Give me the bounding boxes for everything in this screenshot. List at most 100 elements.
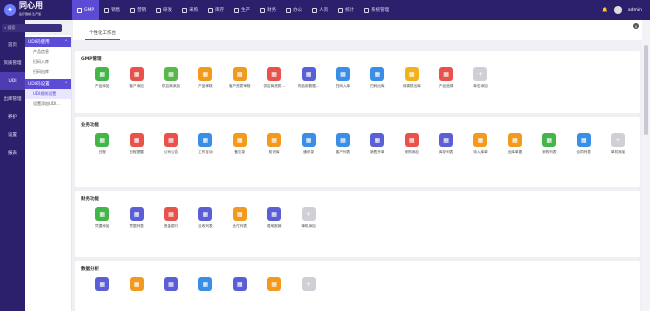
section-title: GMP管理 <box>81 57 102 62</box>
tab-bar: 个性化工作台 × <box>73 20 642 40</box>
shortcut-item[interactable]: ▦ 工作互动 <box>188 133 222 155</box>
shortcut-item[interactable]: ▦ 扫码入库 <box>326 67 360 89</box>
sidebar: ⌕ 搜索 首页 资质管理 UDI 出库管理 养护 设置 报表 <box>0 20 62 311</box>
shortcut-item[interactable]: ▦ 公司公告 <box>154 133 188 155</box>
sidebar-item-4[interactable]: 养护 <box>0 108 25 126</box>
shortcut-item[interactable]: ▦ 客户列表 <box>326 133 360 155</box>
shortcut-item[interactable]: ▦ 费用报销 <box>257 207 291 229</box>
logo-subtitle: 医疗器械·生产版 <box>19 12 42 16</box>
subnav-item[interactable]: 扫码出库 <box>25 67 71 77</box>
shortcut-item[interactable]: ▦ 日程提醒 <box>119 133 153 155</box>
shortcut-label: 日程 <box>98 150 106 154</box>
shortcut-item[interactable]: ▦ <box>188 277 222 294</box>
shortcut-item[interactable]: ▦ 扫码出库 <box>360 67 394 89</box>
nav-item-6[interactable]: 生产 <box>229 0 255 20</box>
shortcut-item[interactable]: ▦ 供应商资质... <box>257 67 291 89</box>
sidebar-item-5[interactable]: 设置 <box>0 126 25 144</box>
subnav-item[interactable]: UDI规则设置 <box>25 89 71 99</box>
shortcut-item[interactable]: ▦ <box>154 277 188 294</box>
sub-group-udi-settings[interactable]: UDI码设置 ⌃ <box>25 79 71 89</box>
sidebar-item-1[interactable]: 资质管理 <box>0 54 25 72</box>
avatar[interactable] <box>613 6 622 14</box>
supplier-icon: ▦ <box>163 67 178 81</box>
sidebar-search[interactable]: ⌕ 搜索 <box>2 24 62 32</box>
scrollbar[interactable] <box>642 20 650 311</box>
shortcut-label: 单击添加 <box>473 84 488 88</box>
shortcut-item[interactable]: ▦ 药品用数据... <box>291 67 325 89</box>
shortcut-item[interactable]: ▦ 采购列表 <box>532 133 566 155</box>
shortcut-item[interactable]: ▦ <box>223 277 257 294</box>
shortcut-item[interactable]: + 单机添加 <box>601 133 635 155</box>
shortcut-item[interactable]: ▦ 采购添加 <box>395 133 429 155</box>
logo[interactable]: ✦ 同心用 医疗器械·生产版 <box>0 0 62 20</box>
icon-grid: ▦ ▦ ▦ ▦ ▦ ▦ + <box>75 277 640 294</box>
bell-icon[interactable]: 🔔 <box>602 8 608 13</box>
shortcut-label: 扫码入库 <box>335 84 351 88</box>
shortcut-label: 业付列表 <box>232 224 247 228</box>
shortcut-item[interactable]: ▦ 通讯录 <box>291 133 325 155</box>
shortcut-item[interactable]: ▦ 客户资质审核 <box>223 67 257 89</box>
shortcut-item[interactable]: ▦ 业付列表 <box>223 207 257 229</box>
shortcut-item[interactable]: ▦ <box>119 277 153 294</box>
subnav-item[interactable]: 产品信息 <box>25 47 71 57</box>
nav-icon <box>77 7 82 13</box>
shortcut-item[interactable]: + <box>291 277 325 294</box>
shortcut-item[interactable]: ▦ 产品追溯 <box>429 67 463 89</box>
sub-group-udi-use[interactable]: UDI码使用 ⌃ <box>25 37 71 47</box>
schedule-icon: ▦ <box>95 133 110 147</box>
close-icon[interactable]: × <box>633 23 639 29</box>
shortcut-item[interactable]: ▦ 凭据列表 <box>119 207 153 229</box>
shortcut-label: 供应商添加 <box>161 84 180 88</box>
shortcut-item[interactable]: ▦ 产品审核 <box>188 67 222 89</box>
contacts-icon: ▦ <box>301 133 316 147</box>
nav-item-3[interactable]: 研发 <box>151 0 177 20</box>
shortcut-item[interactable]: ▦ 知识库 <box>257 133 291 155</box>
nav-label: 研发 <box>163 8 173 13</box>
sidebar-item-0[interactable]: 首页 <box>0 36 25 54</box>
nav-item-5[interactable]: 库存 <box>203 0 229 20</box>
shortcut-item[interactable]: ▦ 业收列表 <box>188 207 222 229</box>
shortcut-item[interactable]: + 单击添加 <box>463 67 497 89</box>
shortcut-item[interactable]: ▦ 日程 <box>85 133 119 155</box>
shortcut-item[interactable]: ▦ 资金银行 <box>154 207 188 229</box>
shortcut-label: 库存列表 <box>438 150 454 154</box>
nav-item-1[interactable]: 销售 <box>99 0 125 20</box>
nav-item-0[interactable]: GMP <box>72 0 100 20</box>
top-bar: ✦ 同心用 医疗器械·生产版 GMP 销售 营销 研发 采购 库存 生产 财务 办公 人资 统计 系统… <box>0 0 650 20</box>
nav-item-10[interactable]: 统计 <box>333 0 359 20</box>
nav-item-7[interactable]: 财务 <box>255 0 281 20</box>
sidebar-item-6[interactable]: 报表 <box>0 144 25 162</box>
subnav-item[interactable]: 扫码入库 <box>25 57 71 67</box>
nav-item-4[interactable]: 采购 <box>177 0 203 20</box>
subnav-item[interactable]: 设置添加UDI... <box>25 99 71 109</box>
shortcut-item[interactable]: ▦ 产品添加 <box>85 67 119 89</box>
nav-item-9[interactable]: 人资 <box>307 0 333 20</box>
nav-item-8[interactable]: 办公 <box>281 0 307 20</box>
shortcut-item[interactable]: ▦ 客户添加 <box>119 67 153 89</box>
top-right: 🔔 admin <box>602 0 642 20</box>
shortcut-item[interactable]: ▦ 库存列表 <box>429 133 463 155</box>
shortcut-item[interactable]: ▦ 备忘录 <box>223 133 257 155</box>
nav-item-2[interactable]: 营销 <box>125 0 151 20</box>
shortcut-label: 知识库 <box>268 150 280 154</box>
shortcut-item[interactable]: ▦ 待调拨出库 <box>395 67 429 89</box>
user-name[interactable]: admin <box>628 8 642 13</box>
tab-workbench[interactable]: 个性化工作台 <box>85 27 120 40</box>
shortcut-item[interactable]: ▦ <box>257 277 291 294</box>
shortcut-item[interactable]: ▦ 供应商添加 <box>154 67 188 89</box>
gmp-icon: ▦ <box>95 67 110 81</box>
sidebar-item-2[interactable]: UDI <box>0 72 25 90</box>
shortcut-item[interactable]: ▦ 销售开单 <box>360 133 394 155</box>
shortcut-item[interactable]: ▦ 出库单据 <box>498 133 532 155</box>
section-card: 数据分析 ▦ ▦ ▦ ▦ ▦ ▦ + <box>75 261 640 311</box>
nav-item-11[interactable]: 系统管理 <box>359 0 394 20</box>
income-icon: ▦ <box>198 207 213 221</box>
sidebar-item-3[interactable]: 出库管理 <box>0 90 25 108</box>
shortcut-item[interactable]: ▦ 凭据添加 <box>85 207 119 229</box>
shortcut-item[interactable]: + 单机添加 <box>291 207 325 229</box>
scroll-thumb[interactable] <box>644 45 648 135</box>
transfer-icon: ▦ <box>404 67 419 81</box>
shortcut-item[interactable]: ▦ 合同列表 <box>566 133 600 155</box>
shortcut-item[interactable]: ▦ 待入库单 <box>463 133 497 155</box>
shortcut-item[interactable]: ▦ <box>85 277 119 294</box>
